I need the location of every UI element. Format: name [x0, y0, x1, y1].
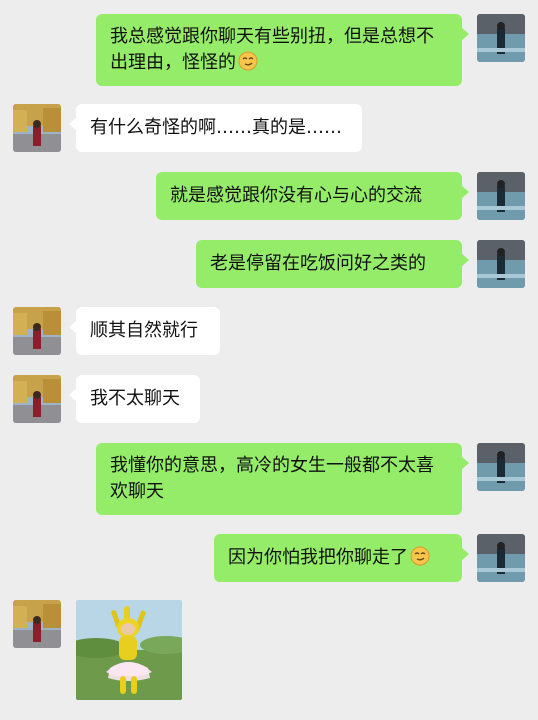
message-row: 因为你怕我把你聊走了: [0, 534, 538, 584]
chat-bubble-sent[interactable]: 老是停留在吃饭问好之类的: [196, 240, 469, 288]
my-avatar[interactable]: [477, 14, 525, 62]
my-avatar[interactable]: [477, 443, 525, 491]
message-text: 老是停留在吃饭问好之类的: [210, 253, 426, 274]
message-row: 我懂你的意思，高冷的女生一般都不太喜欢聊天: [0, 443, 538, 515]
bubble-tail: [69, 388, 77, 402]
chat-bubble-sent[interactable]: 我总感觉跟你聊天有些别扭，但是总想不出理由，怪怪的: [96, 14, 469, 86]
message-row: 我不太聊天: [0, 375, 538, 425]
contact-avatar[interactable]: [13, 307, 61, 355]
bubble-tail: [69, 320, 77, 334]
bubble-tail: [461, 456, 469, 470]
message-text: 我懂你的意思，高冷的女生一般都不太喜欢聊天: [110, 455, 434, 502]
message-text: 顺其自然就行: [90, 320, 198, 341]
message-text: 我不太聊天: [90, 388, 180, 409]
message-row: 顺其自然就行: [0, 307, 538, 357]
message-row: 我总感觉跟你聊天有些别扭，但是总想不出理由，怪怪的: [0, 14, 538, 86]
contact-avatar[interactable]: [13, 104, 61, 152]
chat-bubble-received[interactable]: 顺其自然就行: [69, 307, 220, 355]
contact-avatar[interactable]: [13, 600, 61, 648]
chat-bubble-sent[interactable]: 我懂你的意思，高冷的女生一般都不太喜欢聊天: [96, 443, 469, 515]
bubble-tail: [461, 547, 469, 561]
message-text: 因为你怕我把你聊走了: [228, 545, 448, 571]
bubble-tail: [69, 117, 77, 131]
chat-bubble-received[interactable]: 有什么奇怪的啊……真的是……: [69, 104, 362, 152]
my-avatar[interactable]: [477, 172, 525, 220]
message-row: [0, 600, 538, 704]
message-text: 我总感觉跟你聊天有些别扭，但是总想不出理由，怪怪的: [110, 26, 434, 73]
message-text: 有什么奇怪的啊……真的是……: [90, 117, 342, 138]
chat-bubble-sent[interactable]: 因为你怕我把你聊走了: [214, 534, 469, 582]
bubble-tail: [461, 253, 469, 267]
smirk-face-emoji-icon: [238, 51, 258, 71]
message-row: 老是停留在吃饭问好之类的: [0, 240, 538, 290]
chat-bubble-received[interactable]: 我不太聊天: [69, 375, 200, 423]
teletubby-dancing-sticker[interactable]: [76, 600, 182, 700]
smirk-face-emoji-icon: [410, 546, 430, 566]
my-avatar[interactable]: [477, 240, 525, 288]
bubble-tail: [461, 27, 469, 41]
my-avatar[interactable]: [477, 534, 525, 582]
message-text: 就是感觉跟你没有心与心的交流: [170, 185, 422, 206]
bubble-tail: [461, 185, 469, 199]
message-row: 有什么奇怪的啊……真的是……: [0, 104, 538, 154]
chat-bubble-sent[interactable]: 就是感觉跟你没有心与心的交流: [156, 172, 469, 220]
contact-avatar[interactable]: [13, 375, 61, 423]
message-row: 就是感觉跟你没有心与心的交流: [0, 172, 538, 222]
